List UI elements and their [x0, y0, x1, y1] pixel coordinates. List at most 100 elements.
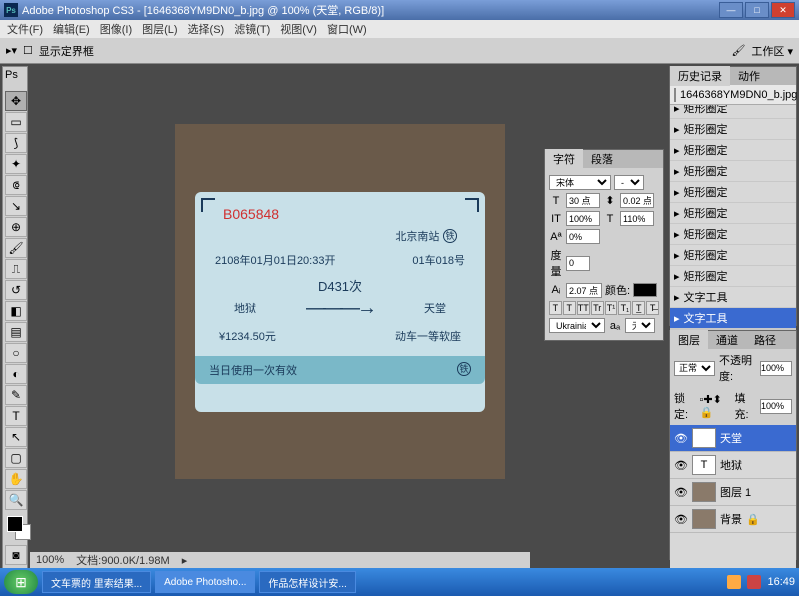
type-tool[interactable]: T — [5, 406, 27, 426]
tab-channels[interactable]: 通道 — [708, 330, 746, 350]
blur-tool[interactable]: ○ — [5, 343, 27, 363]
tool-preset-icon[interactable]: ▸▾ — [6, 44, 17, 57]
menu-item[interactable]: 选择(S) — [185, 20, 228, 38]
tray-icon[interactable] — [747, 575, 761, 589]
history-item[interactable]: ▸矩形圈定 — [670, 245, 796, 266]
pen-tool[interactable]: ✎ — [5, 385, 27, 405]
layer-row[interactable]: 👁T地狱 — [670, 452, 796, 479]
system-tray[interactable]: 16:49 — [727, 575, 795, 589]
font-style-select[interactable]: - — [614, 175, 644, 190]
tab-layers[interactable]: 图层 — [670, 330, 708, 350]
layer-row[interactable]: 👁T天堂 — [670, 425, 796, 452]
eraser-tool[interactable]: ◧ — [5, 301, 27, 321]
menu-item[interactable]: 视图(V) — [277, 20, 320, 38]
menu-item[interactable]: 文件(F) — [4, 20, 46, 38]
underline-button[interactable]: T̲ — [632, 301, 645, 315]
baseline-input[interactable] — [566, 229, 600, 244]
eyedropper-tool[interactable]: ↘ — [5, 196, 27, 216]
menu-item[interactable]: 图像(I) — [97, 20, 135, 38]
crop-tool[interactable]: ⟃ — [5, 175, 27, 195]
workspace-menu[interactable]: 工作区 ▾ — [751, 43, 793, 59]
history-snapshot[interactable]: 1646368YM9DN0_b.jpg — [670, 85, 796, 105]
zoom-level[interactable]: 100% — [36, 554, 64, 566]
quickmask-tool[interactable]: ◙ — [5, 545, 27, 565]
history-brush-tool[interactable]: ↺ — [5, 280, 27, 300]
zoom-tool[interactable]: 🔍 — [5, 490, 27, 510]
history-item[interactable]: ▸矩形圈定 — [670, 105, 796, 119]
layer-row[interactable]: 👁背景🔒 — [670, 506, 796, 533]
menu-item[interactable]: 图层(L) — [139, 20, 180, 38]
font-size-input[interactable] — [566, 193, 600, 208]
tab-paths[interactable]: 路径 — [746, 330, 784, 350]
start-button[interactable]: ⊞ — [4, 570, 38, 594]
layer-row[interactable]: 👁图层 1 — [670, 479, 796, 506]
hscale-input[interactable] — [566, 211, 600, 226]
italic-button[interactable]: T — [563, 301, 576, 315]
history-item[interactable]: ▸矩形圈定 — [670, 140, 796, 161]
shift-input[interactable] — [566, 283, 602, 298]
brush-tool[interactable]: 🖌 — [5, 238, 27, 258]
opacity-input[interactable] — [760, 361, 792, 376]
canvas[interactable]: B065848 北京南站 铁 2108年01月01日20:33开 01车018号… — [175, 124, 505, 479]
status-menu-icon[interactable]: ▸ — [182, 554, 188, 567]
kern-input[interactable] — [566, 256, 590, 271]
lock-buttons[interactable]: ▫✚⬍🔒 — [700, 393, 731, 419]
fg-color[interactable] — [7, 516, 23, 532]
blend-mode-select[interactable]: 正常 — [674, 361, 715, 376]
dodge-tool[interactable]: ◐ — [5, 364, 27, 384]
history-item[interactable]: ▸矩形圈定 — [670, 203, 796, 224]
visibility-icon[interactable]: 👁 — [674, 486, 688, 499]
heal-tool[interactable]: ⊕ — [5, 217, 27, 237]
fill-input[interactable] — [760, 399, 792, 414]
visibility-icon[interactable]: 👁 — [674, 432, 688, 445]
taskbar-task[interactable]: Adobe Photosho... — [155, 571, 255, 593]
menu-item[interactable]: 滤镜(T) — [231, 20, 273, 38]
subscript-button[interactable]: T₁ — [618, 301, 631, 315]
close-button[interactable]: ✕ — [771, 2, 795, 18]
history-item[interactable]: ▸矩形圈定 — [670, 266, 796, 287]
color-swatches[interactable] — [5, 514, 25, 544]
auto-select-checkbox[interactable]: ☐ — [23, 44, 33, 57]
document-window[interactable]: B065848 北京南站 铁 2108年01月01日20:33开 01车018号… — [175, 124, 505, 479]
minimize-button[interactable]: — — [719, 2, 743, 18]
hand-tool[interactable]: ✋ — [5, 469, 27, 489]
language-select[interactable]: Ukrainian — [549, 318, 605, 333]
antialias-select[interactable]: 无 — [625, 318, 655, 333]
smallcaps-button[interactable]: Tr — [591, 301, 604, 315]
marquee-tool[interactable]: ▭ — [5, 112, 27, 132]
maximize-button[interactable]: □ — [745, 2, 769, 18]
move-tool[interactable]: ✥ — [5, 91, 27, 111]
menu-item[interactable]: 编辑(E) — [50, 20, 93, 38]
shape-tool[interactable]: ▢ — [5, 448, 27, 468]
strike-button[interactable]: T̶ — [646, 301, 659, 315]
brush-icon[interactable]: 🖌 — [731, 44, 745, 57]
leading-input[interactable] — [620, 193, 654, 208]
font-family-select[interactable]: 宋体 — [549, 175, 611, 190]
tab-history[interactable]: 历史记录 — [670, 66, 730, 86]
history-item[interactable]: ▸文字工具 — [670, 308, 796, 329]
taskbar-task[interactable]: 文车票的 里索结果... — [42, 571, 151, 593]
allcaps-button[interactable]: TT — [577, 301, 590, 315]
tray-icon[interactable] — [727, 575, 741, 589]
history-item[interactable]: ▸矩形圈定 — [670, 224, 796, 245]
lasso-tool[interactable]: ⟆ — [5, 133, 27, 153]
path-tool[interactable]: ↖ — [5, 427, 27, 447]
tab-actions[interactable]: 动作 — [730, 66, 768, 86]
history-item[interactable]: ▸矩形圈定 — [670, 161, 796, 182]
history-item[interactable]: ▸矩形圈定 — [670, 182, 796, 203]
vscale-input[interactable] — [620, 211, 654, 226]
tab-paragraph[interactable]: 段落 — [583, 149, 621, 169]
history-item[interactable]: ▸矩形圈定 — [670, 119, 796, 140]
bold-button[interactable]: T — [549, 301, 562, 315]
taskbar-task[interactable]: 作品怎样设计安... — [259, 571, 355, 593]
text-color-swatch[interactable] — [633, 283, 657, 297]
wand-tool[interactable]: ✦ — [5, 154, 27, 174]
visibility-icon[interactable]: 👁 — [674, 513, 688, 526]
superscript-button[interactable]: T¹ — [605, 301, 618, 315]
visibility-icon[interactable]: 👁 — [674, 459, 688, 472]
menu-item[interactable]: 窗口(W) — [324, 20, 370, 38]
history-item[interactable]: ▸文字工具 — [670, 287, 796, 308]
stamp-tool[interactable]: ⎍ — [5, 259, 27, 279]
tab-character[interactable]: 字符 — [545, 149, 583, 169]
gradient-tool[interactable]: ▤ — [5, 322, 27, 342]
